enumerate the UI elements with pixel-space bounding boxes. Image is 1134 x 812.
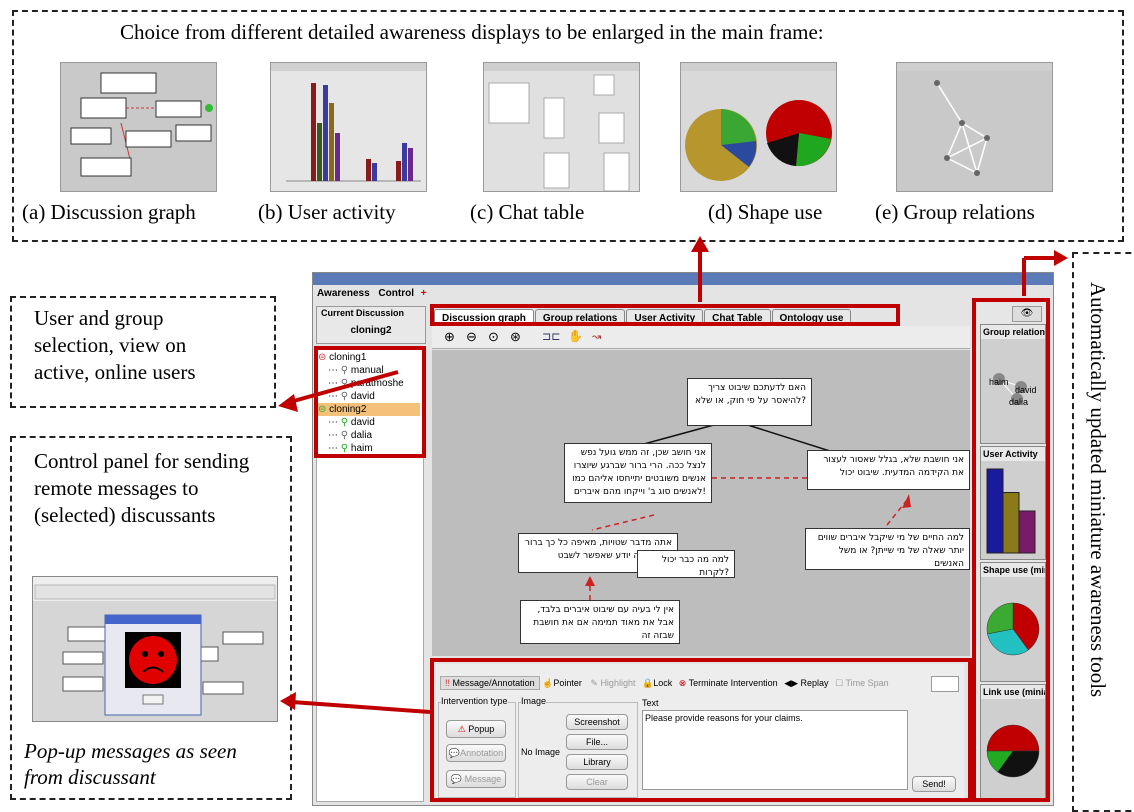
user-group-annotation: User and group selection, view on active… <box>34 306 196 384</box>
highlight-control-panel <box>430 658 972 802</box>
thumb-group-relations[interactable] <box>896 62 1053 192</box>
thumb-chat-table[interactable] <box>483 62 640 192</box>
graph-node-root[interactable]: האם לדעתכם שיבוט צריך להיאסר על פי חוק, … <box>687 378 812 426</box>
menu-control[interactable]: Control <box>378 288 414 299</box>
caption-user-activity: (b) User activity <box>258 200 396 224</box>
thumb-user-activity[interactable] <box>270 62 427 192</box>
graph-canvas[interactable]: האם לדעתכם שיבוט צריך להיאסר על פי חוק, … <box>432 350 970 656</box>
current-discussion-value: cloning2 <box>350 325 392 336</box>
hand-icon[interactable]: ✋ <box>568 329 583 344</box>
highlight-tree <box>314 346 426 458</box>
title-bar <box>313 273 1053 285</box>
current-discussion-panel: Current Discussion cloning2 <box>316 306 426 344</box>
popup-caption: Pop-up messages as seen from discussant <box>24 739 237 789</box>
current-discussion-label: Current Discussion <box>321 308 405 318</box>
highlight-tabs <box>430 304 900 326</box>
zoom-fit-icon[interactable]: ⊛ <box>510 329 521 345</box>
popup-screenshot <box>32 576 278 722</box>
caption-shape-use: (d) Shape use <box>708 200 823 224</box>
highlight-side-panel <box>972 298 1050 802</box>
graph-node-con[interactable]: אני חושבת שלא, בגלל שאסור לעצור את הקידמ… <box>807 450 970 490</box>
thumb-discussion-graph[interactable] <box>60 62 217 192</box>
top-caption: Choice from different detailed awareness… <box>120 20 824 44</box>
caption-chat-table: (c) Chat table <box>470 200 585 224</box>
zoom-in-icon[interactable]: ⊕ <box>444 329 455 345</box>
caption-discussion-graph: (a) Discussion graph <box>22 200 196 224</box>
graph-node-bottom[interactable]: אין לי בעיה עם שיבוט איברים בלבד, אבל את… <box>520 600 680 644</box>
thumb-shape-use[interactable] <box>680 62 837 192</box>
graph-node-organs[interactable]: למה החיים של מי שיקבל איברים שווים יותר … <box>805 528 970 570</box>
zoom-out-icon[interactable]: ⊖ <box>466 329 477 345</box>
caption-group-relations: (e) Group relations <box>875 200 1035 224</box>
menu-bar: Awareness Control + <box>313 285 1053 304</box>
graph-toolbar: ⊕ ⊖ ⊙ ⊛ ⊐⊏ ✋ ↝ <box>432 326 970 349</box>
control-panel-annotation: Control panel for sending remote message… <box>34 449 250 527</box>
graph-node-pro[interactable]: אני חושב שכן, זה ממש גועל נפש לנצל ככה. … <box>564 443 712 503</box>
link-icon[interactable]: ↝ <box>592 330 601 343</box>
graph-node-question[interactable]: למה מה כבר יכול לקרות? <box>637 550 735 578</box>
add-icon[interactable]: + <box>421 288 427 299</box>
layout-icon[interactable]: ⊐⊏ <box>542 330 560 343</box>
zoom-reset-icon[interactable]: ⊙ <box>488 329 499 345</box>
right-annotation: Automatically updated miniature awarenes… <box>1086 282 1110 698</box>
menu-awareness[interactable]: Awareness <box>317 288 370 299</box>
